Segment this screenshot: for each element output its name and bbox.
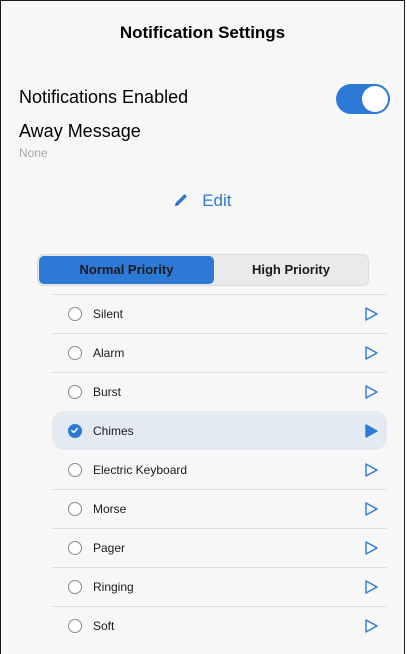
sound-label: Morse xyxy=(93,502,127,516)
list-item[interactable]: Soft xyxy=(52,606,387,645)
notification-settings-screen: Notification Settings Notifications Enab… xyxy=(0,0,405,654)
list-item[interactable]: Silent xyxy=(52,294,387,333)
radio-button-icon[interactable] xyxy=(68,541,82,555)
play-icon[interactable] xyxy=(363,384,379,400)
list-item[interactable]: Electric Keyboard xyxy=(52,450,387,489)
radio-button-icon[interactable] xyxy=(68,502,82,516)
sound-label: Alarm xyxy=(93,346,125,360)
sound-list: Silent Alarm Burst Chimes Electric Keybo… xyxy=(52,294,387,645)
play-icon[interactable] xyxy=(363,423,379,439)
page-title: Notification Settings xyxy=(119,23,286,42)
tab-high-priority-label: High Priority xyxy=(251,262,330,277)
list-item[interactable]: Alarm xyxy=(52,333,387,372)
pencil-icon xyxy=(173,192,189,213)
notifications-enabled-row: Notifications Enabled xyxy=(19,84,390,114)
list-item[interactable]: Morse xyxy=(52,489,387,528)
sound-label: Pager xyxy=(93,541,126,555)
tab-normal-priority[interactable]: Normal Priority xyxy=(39,256,214,284)
sound-label: Ringing xyxy=(93,580,134,594)
list-item[interactable]: Pager xyxy=(52,528,387,567)
play-icon[interactable] xyxy=(363,306,379,322)
sound-label: Electric Keyboard xyxy=(93,463,188,477)
radio-button-checked-icon[interactable] xyxy=(68,424,82,438)
radio-button-icon[interactable] xyxy=(68,619,82,633)
list-item[interactable]: Ringing xyxy=(52,567,387,606)
tab-high-priority[interactable]: High Priority xyxy=(214,256,368,284)
toggle-knob xyxy=(362,86,388,112)
sound-label: Soft xyxy=(93,619,115,633)
play-icon[interactable] xyxy=(363,618,379,634)
notifications-enabled-toggle[interactable] xyxy=(336,84,390,114)
radio-button-icon[interactable] xyxy=(68,385,82,399)
away-message-value: None xyxy=(19,146,48,160)
sound-label: Burst xyxy=(93,385,122,399)
tab-normal-priority-label: Normal Priority xyxy=(79,262,174,277)
list-item[interactable]: Burst xyxy=(52,372,387,411)
priority-segmented-control: Normal Priority High Priority xyxy=(37,254,369,286)
play-icon[interactable] xyxy=(363,462,379,478)
list-item-selected[interactable]: Chimes xyxy=(52,411,387,450)
radio-button-icon[interactable] xyxy=(68,346,82,360)
edit-button[interactable]: Edit xyxy=(1,191,404,213)
sound-label: Chimes xyxy=(93,424,134,438)
radio-button-icon[interactable] xyxy=(68,463,82,477)
radio-button-icon[interactable] xyxy=(68,307,82,321)
play-icon[interactable] xyxy=(363,501,379,517)
play-icon[interactable] xyxy=(363,579,379,595)
radio-button-icon[interactable] xyxy=(68,580,82,594)
edit-label: Edit xyxy=(202,191,232,210)
away-message-label: Away Message xyxy=(19,121,141,141)
notifications-enabled-label: Notifications Enabled xyxy=(19,87,189,107)
play-icon[interactable] xyxy=(363,345,379,361)
play-icon[interactable] xyxy=(363,540,379,556)
sound-label: Silent xyxy=(93,307,124,321)
